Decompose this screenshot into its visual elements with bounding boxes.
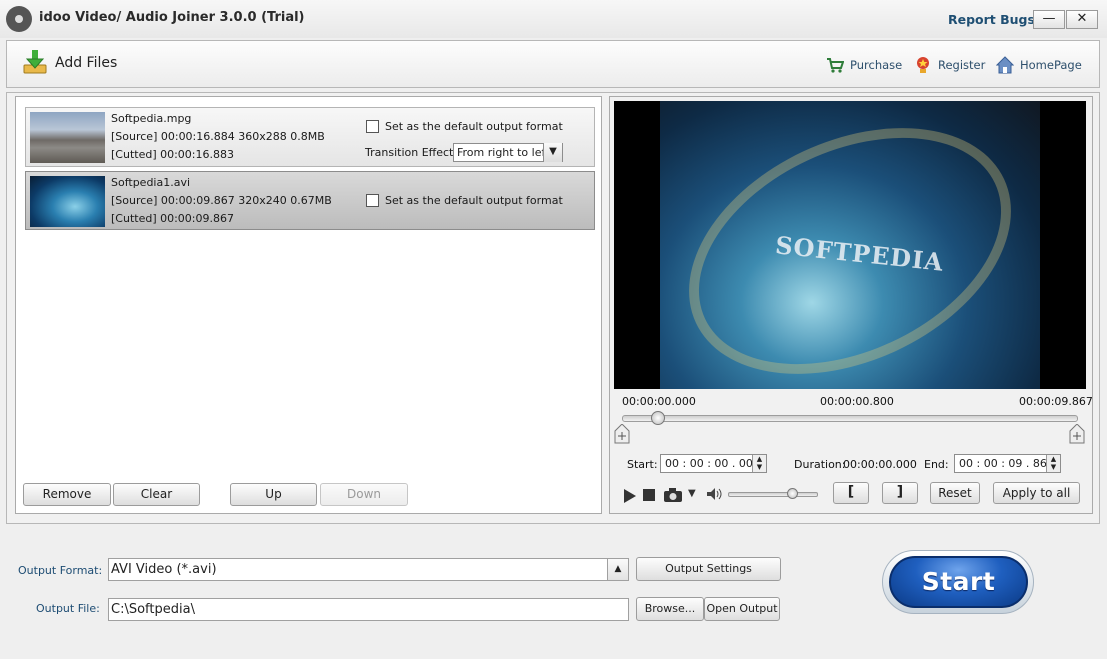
close-button[interactable]: ✕ [1066,10,1098,29]
open-output-button[interactable]: Open Output [704,597,780,621]
file-cutted-info: [Cutted] 00:00:09.867 [111,212,235,225]
default-format-checkbox[interactable] [366,120,379,133]
output-format-label: Output Format: [18,564,103,577]
transition-effect-label: Transition Effect: [365,146,458,159]
add-files-label: Add Files [55,55,118,71]
end-time-spinner[interactable]: ▲ ▼ [1046,455,1060,472]
duration-label: Duration: [794,458,846,471]
start-button[interactable]: Start [889,556,1028,608]
output-file-input[interactable]: C:\Softpedia\ [108,598,629,621]
end-time-input[interactable]: 00 : 00 : 09 . 867 ▲ ▼ [954,454,1061,473]
file-name: Softpedia.mpg [111,112,192,125]
timeline-start-time: 00:00:00.000 [622,395,696,408]
down-button[interactable]: Down [320,483,408,506]
start-time-value: 00 : 00 : 00 . 000 [665,457,760,470]
file-list-item[interactable]: Softpedia.mpg [Source] 00:00:16.884 360x… [25,107,595,167]
camera-menu-chevron-down-icon[interactable]: ▼ [688,488,696,499]
end-marker-handle[interactable] [1069,423,1085,444]
output-settings-button[interactable]: Output Settings [636,557,781,581]
video-thumbnail [30,112,105,163]
output-format-select[interactable]: AVI Video (*.avi) ▲ [108,558,629,581]
homepage-label: HomePage [1020,58,1082,72]
file-source-info: [Source] 00:00:16.884 360x288 0.8MB [111,130,325,143]
file-cutted-info: [Cutted] 00:00:16.883 [111,148,235,161]
output-format-value: AVI Video (*.avi) [111,562,217,577]
stop-icon[interactable] [643,489,655,501]
register-link[interactable]: Register [914,56,985,74]
start-label: Start: [627,458,658,471]
volume-icon[interactable] [706,487,722,501]
add-files-button[interactable]: Add Files [21,47,117,79]
video-thumbnail [30,176,105,227]
up-button[interactable]: Up [230,483,317,506]
end-label: End: [924,458,949,471]
homepage-link[interactable]: HomePage [995,56,1082,74]
video-preview: SOFTPEDIA [614,101,1086,389]
timeline-playhead[interactable] [651,411,665,425]
transition-effect-value: From right to left [457,146,550,159]
volume-slider[interactable] [728,492,818,497]
duration-value: 00:00:00.000 [843,458,917,471]
timeline-mid-time: 00:00:00.800 [820,395,894,408]
apply-to-all-button[interactable]: Apply to all [993,482,1080,504]
purchase-label: Purchase [850,58,903,72]
default-format-checkbox[interactable] [366,194,379,207]
browse-button[interactable]: Browse... [636,597,704,621]
file-name: Softpedia1.avi [111,176,191,189]
output-file-label: Output File: [36,602,100,615]
remove-button[interactable]: Remove [23,483,111,506]
reset-button[interactable]: Reset [930,482,980,504]
end-time-value: 00 : 00 : 09 . 867 [959,457,1054,470]
register-label: Register [938,58,986,72]
start-time-spinner[interactable]: ▲ ▼ [752,455,766,472]
cart-icon [826,56,845,74]
chevron-down-icon[interactable]: ▼ [543,143,562,162]
file-source-info: [Source] 00:00:09.867 320x240 0.67MB [111,194,332,207]
video-frame: SOFTPEDIA [649,101,1051,389]
default-format-label: Set as the default output format [385,120,563,133]
minimize-button[interactable]: — [1033,10,1065,29]
purchase-link[interactable]: Purchase [826,56,902,74]
start-marker-handle[interactable] [614,423,630,444]
toolbar: Add Files Purchase Register HomePage [6,40,1100,88]
default-format-label: Set as the default output format [385,194,563,207]
home-icon [995,56,1015,74]
register-icon [914,56,932,74]
mark-out-button[interactable]: ] [882,482,918,504]
add-files-icon [21,48,49,79]
mark-in-button[interactable]: [ [833,482,869,504]
transition-effect-select[interactable]: From right to left ▼ [453,143,563,162]
timeline-end-time: 00:00:09.867 [1019,395,1093,408]
play-icon[interactable] [623,488,637,504]
chevron-up-icon[interactable]: ▲ [607,559,628,580]
film-reel-icon [6,6,32,32]
timeline-track[interactable] [622,415,1078,422]
start-time-input[interactable]: 00 : 00 : 00 . 000 ▲ ▼ [660,454,767,473]
file-list-item[interactable]: Softpedia1.avi [Source] 00:00:09.867 320… [25,171,595,230]
clear-button[interactable]: Clear [113,483,200,506]
file-list-panel: Softpedia.mpg [Source] 00:00:16.884 360x… [15,96,602,514]
volume-slider-thumb[interactable] [787,488,798,499]
window-title: idoo Video/ Audio Joiner 3.0.0 (Trial) [39,10,305,25]
camera-icon[interactable] [663,487,683,503]
report-bugs-link[interactable]: Report Bugs [948,12,1035,27]
